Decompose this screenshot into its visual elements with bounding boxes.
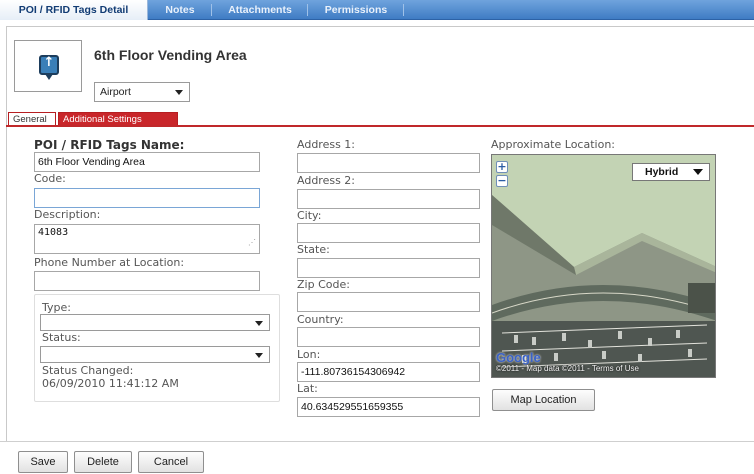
address2-label: Address 2: (297, 174, 356, 187)
lat-input[interactable]: 40.634529551659355 (297, 397, 480, 417)
map-attribution[interactable]: ©2011 - Map data ©2011 - Terms of Use (496, 364, 639, 373)
zoom-in-button[interactable]: + (496, 161, 508, 173)
name-input-value: 6th Floor Vending Area (38, 156, 145, 168)
code-input[interactable] (34, 188, 260, 208)
type-label: Type: (42, 301, 71, 314)
status-label: Status: (42, 331, 81, 344)
description-label: Description: (34, 208, 101, 221)
chevron-down-icon (693, 169, 703, 175)
status-changed-label: Status Changed: (42, 364, 134, 377)
lon-input[interactable]: -111.80736154306942 (297, 362, 480, 382)
save-button[interactable]: Save (18, 451, 68, 473)
tab-label: Permissions (324, 4, 388, 16)
map-location-button[interactable]: Map Location (492, 389, 595, 411)
tab-label: Attachments (228, 4, 292, 16)
description-textarea[interactable]: 41083 ⋰ (34, 224, 260, 254)
name-label: POI / RFID Tags Name: (34, 138, 185, 152)
zip-label: Zip Code: (297, 278, 350, 291)
lon-label: Lon: (297, 348, 321, 361)
category-select[interactable]: Airport (94, 82, 190, 102)
chevron-down-icon (175, 90, 183, 95)
tab-attachments[interactable]: Attachments (212, 0, 308, 20)
tab-poi-rfid-tags-detail[interactable]: POI / RFID Tags Detail (0, 0, 148, 20)
tab-permissions[interactable]: Permissions (308, 0, 404, 20)
state-input[interactable] (297, 258, 480, 278)
state-label: State: (297, 243, 330, 256)
subtab-divider (6, 125, 754, 127)
chevron-down-icon (255, 321, 263, 326)
zoom-out-button[interactable]: − (496, 175, 508, 187)
zip-input[interactable] (297, 292, 480, 312)
status-select[interactable] (40, 346, 270, 363)
address2-input[interactable] (297, 189, 480, 209)
lat-value: 40.634529551659355 (301, 401, 404, 413)
tab-notes[interactable]: Notes (148, 0, 212, 20)
chevron-down-icon (255, 353, 263, 358)
city-input[interactable] (297, 223, 480, 243)
category-select-value: Airport (100, 86, 131, 98)
map-type-value: Hybrid (645, 166, 679, 178)
delete-button[interactable]: Delete (74, 451, 132, 473)
country-label: Country: (297, 313, 344, 326)
subtab-label: Additional Settings (63, 114, 142, 125)
tab-label: POI / RFID Tags Detail (18, 4, 129, 16)
cancel-button[interactable]: Cancel (138, 451, 204, 473)
map-pin-icon: ↑ (39, 55, 59, 80)
subtab-additional-settings[interactable]: Additional Settings (58, 112, 178, 126)
address1-input[interactable] (297, 153, 480, 173)
lon-value: -111.80736154306942 (301, 366, 406, 378)
type-select[interactable] (40, 314, 270, 331)
map-imagery (492, 155, 715, 377)
description-value: 41083 (38, 227, 69, 238)
page-title: 6th Floor Vending Area (94, 47, 247, 63)
footer-divider (0, 441, 754, 442)
map-label: Approximate Location: (491, 138, 615, 151)
tab-label: Notes (165, 4, 195, 16)
status-changed-value: 06/09/2010 11:41:12 AM (42, 377, 179, 390)
satellite-map[interactable]: + − Hybrid Google ©2011 - Map data ©2011… (491, 154, 716, 378)
phone-input[interactable] (34, 271, 260, 291)
code-label: Code: (34, 172, 66, 185)
city-label: City: (297, 209, 322, 222)
lat-label: Lat: (297, 382, 318, 395)
google-logo: Google (496, 350, 541, 365)
name-input[interactable]: 6th Floor Vending Area (34, 152, 260, 172)
address1-label: Address 1: (297, 138, 356, 151)
subtab-label: General (13, 114, 47, 125)
top-tab-bar: POI / RFID Tags Detail Notes Attachments… (0, 0, 754, 20)
subtab-general[interactable]: General (8, 112, 56, 126)
phone-label: Phone Number at Location: (34, 256, 185, 269)
poi-icon-box[interactable]: ↑ (14, 40, 82, 92)
map-type-select[interactable]: Hybrid (632, 163, 710, 181)
country-input[interactable] (297, 327, 480, 347)
resize-handle-icon[interactable]: ⋰ (248, 235, 256, 251)
